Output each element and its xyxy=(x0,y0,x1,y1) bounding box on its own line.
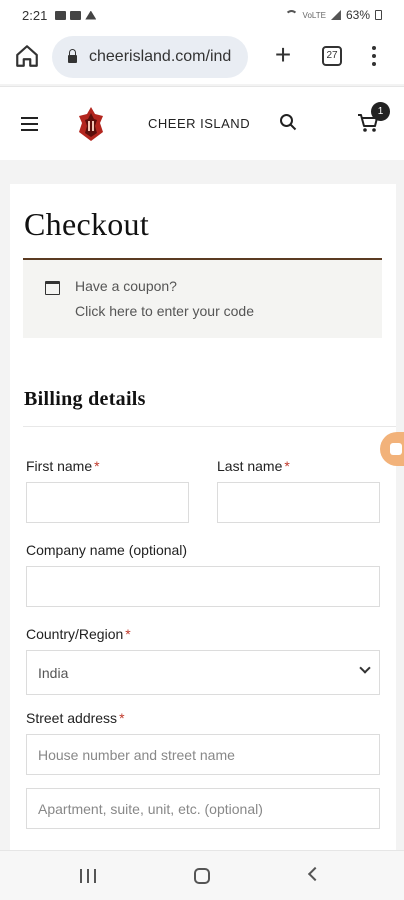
cart-count-badge: 1 xyxy=(371,102,390,121)
country-select[interactable]: India xyxy=(26,650,380,695)
address-bar[interactable]: cheerisland.com/ind xyxy=(52,36,248,78)
notification-icons xyxy=(55,10,97,20)
back-icon[interactable] xyxy=(307,866,323,882)
url-text: cheerisland.com/ind xyxy=(89,48,232,65)
tab-switcher-button[interactable]: 27 xyxy=(322,46,342,66)
home-icon[interactable] xyxy=(14,43,40,69)
company-name-field[interactable] xyxy=(26,566,380,607)
status-bar: 2:21 VoLTE 63% xyxy=(0,0,404,30)
lock-icon xyxy=(68,49,77,63)
street-address-placeholder: House number and street name xyxy=(38,746,235,763)
first-name-label: First name * xyxy=(26,458,100,474)
menu-icon[interactable] xyxy=(21,117,38,131)
status-time: 2:21 xyxy=(22,7,48,23)
network-label: VoLTE xyxy=(302,10,326,20)
page-title: Checkout xyxy=(24,206,150,242)
calendar-icon xyxy=(45,281,60,295)
new-tab-button[interactable]: + xyxy=(270,41,296,69)
coupon-link[interactable]: Click here to enter your code xyxy=(75,303,254,319)
home-nav-icon[interactable] xyxy=(194,868,210,884)
system-nav-bar xyxy=(0,850,404,900)
coupon-prompt: Have a coupon? xyxy=(75,278,177,294)
country-label-text: Country/Region xyxy=(26,626,124,642)
alert-icon xyxy=(85,10,97,20)
coupon-notice[interactable]: Have a coupon? Click here to enter your … xyxy=(23,260,382,338)
recent-apps-icon[interactable] xyxy=(80,869,96,883)
last-name-field[interactable] xyxy=(217,482,380,523)
country-selected-value: India xyxy=(38,664,69,681)
required-mark: * xyxy=(125,626,131,642)
apartment-placeholder: Apartment, suite, unit, etc. (optional) xyxy=(38,800,263,817)
apartment-field[interactable]: Apartment, suite, unit, etc. (optional) xyxy=(26,788,380,829)
video-icon xyxy=(70,10,82,20)
first-name-field[interactable] xyxy=(26,482,189,523)
country-label: Country/Region * xyxy=(26,626,131,642)
more-options-icon[interactable] xyxy=(364,44,384,68)
battery-icon xyxy=(375,10,382,20)
site-header: CHEER ISLAND xyxy=(0,86,404,160)
street-address-field[interactable]: House number and street name xyxy=(26,734,380,775)
site-name[interactable]: CHEER ISLAND xyxy=(148,116,250,131)
battery-percent: 63% xyxy=(345,8,370,22)
status-right: VoLTE 63% xyxy=(284,8,382,22)
first-name-label-text: First name xyxy=(26,458,93,474)
wifi-icon xyxy=(284,10,298,20)
last-name-label-text: Last name xyxy=(217,458,283,474)
last-name-label: Last name * xyxy=(217,458,290,474)
billing-details-heading: Billing details xyxy=(24,388,146,410)
street-address-label: Street address * xyxy=(26,710,125,726)
company-name-label: Company name (optional) xyxy=(26,542,188,558)
required-mark: * xyxy=(284,458,290,474)
chevron-down-icon xyxy=(359,662,371,674)
required-mark: * xyxy=(119,710,125,726)
chat-icon xyxy=(390,443,402,455)
gallery-icon xyxy=(55,10,67,20)
required-mark: * xyxy=(94,458,100,474)
browser-toolbar: cheerisland.com/ind + 27 xyxy=(0,30,404,84)
street-address-label-text: Street address xyxy=(26,710,118,726)
search-icon[interactable] xyxy=(279,113,297,131)
section-divider xyxy=(23,426,396,427)
checkout-content: Checkout Have a coupon? Click here to en… xyxy=(10,184,396,850)
signal-icon xyxy=(330,10,341,20)
site-logo[interactable] xyxy=(76,106,106,142)
